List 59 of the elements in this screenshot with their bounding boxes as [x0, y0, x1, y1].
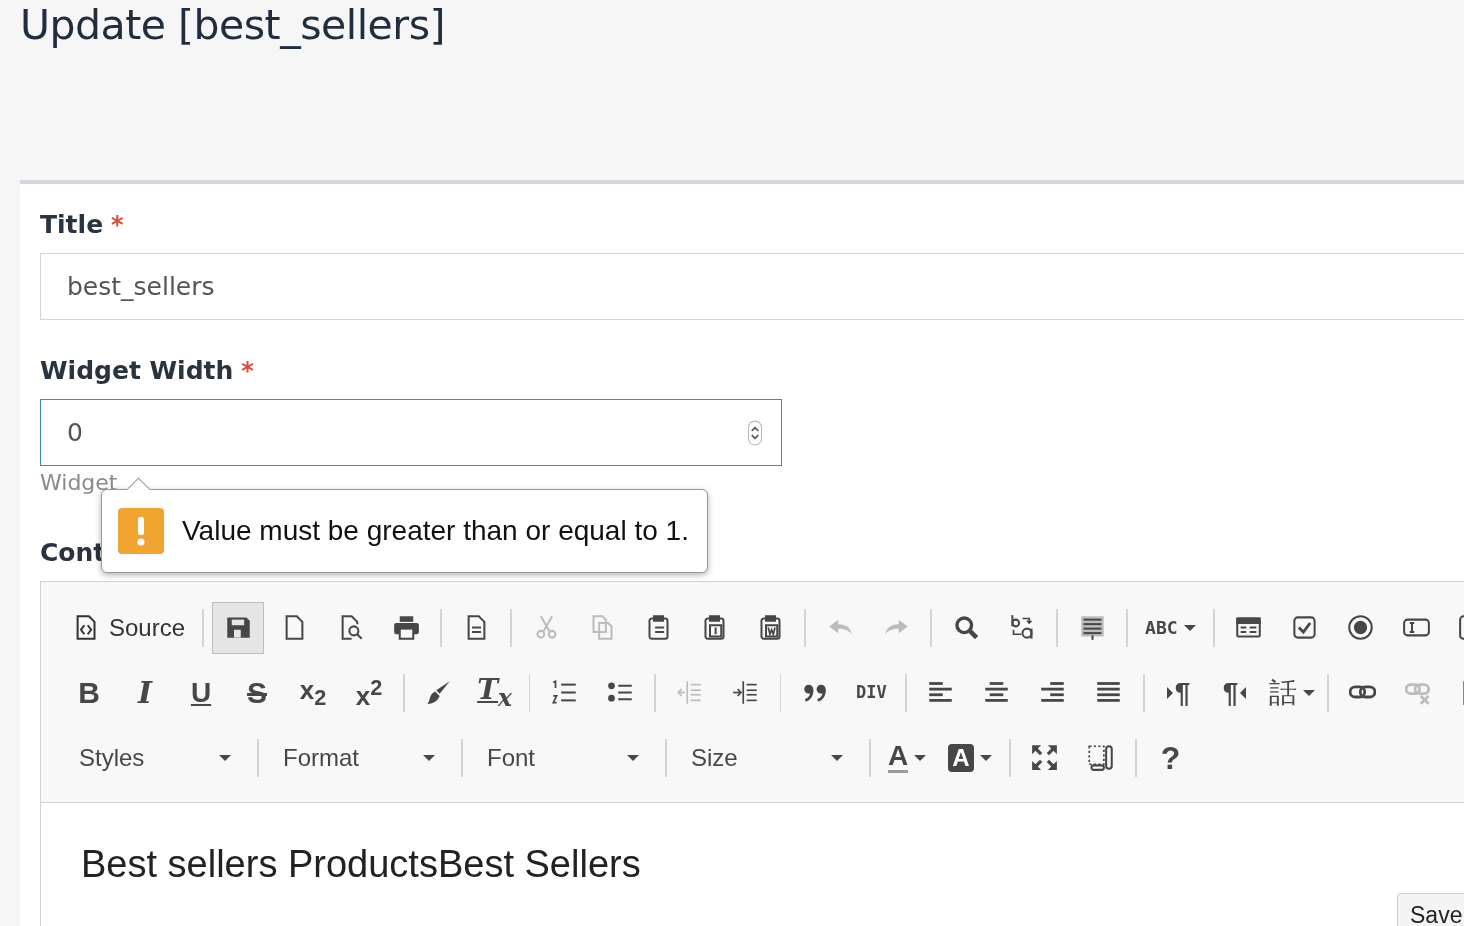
- maximize-icon: [1031, 744, 1059, 771]
- help-button[interactable]: ?: [1144, 731, 1197, 784]
- number-field[interactable]: 0: [40, 399, 782, 466]
- caret-icon: [1302, 689, 1315, 696]
- tooltip-message: Value must be greater than or equal to 1.: [182, 515, 689, 547]
- show-blocks-icon: [1087, 744, 1115, 771]
- print-icon: [392, 614, 420, 641]
- caret-icon: [627, 754, 639, 761]
- swap-arrows-icon: [1008, 614, 1036, 641]
- script-button[interactable]: x$^{2}$: [343, 666, 395, 719]
- required-asterisk: *: [241, 357, 254, 385]
- search-icon: [952, 614, 980, 641]
- save-button[interactable]: Save: [1397, 893, 1464, 926]
- caret-icon: [1183, 624, 1196, 631]
- help-text: Widget: [40, 470, 119, 497]
- save-icon: [224, 614, 252, 641]
- italic-button[interactable]: I: [119, 666, 171, 719]
- checkbox-icon: [1291, 614, 1319, 641]
- underline-button[interactable]: U: [175, 666, 227, 719]
- paint-brush-icon: [425, 679, 453, 706]
- text-direction-button[interactable]: ¶: [1152, 666, 1205, 719]
- text-direction-button[interactable]: ¶: [1208, 666, 1261, 719]
- language-button[interactable]: 話: [1264, 666, 1320, 719]
- title-field[interactable]: best_sellers: [40, 253, 1464, 320]
- caret-icon: [423, 754, 435, 761]
- caret-icon: [831, 754, 843, 761]
- caret-icon: [979, 754, 992, 761]
- strikethrough-button[interactable]: S: [231, 666, 283, 719]
- script-button[interactable]: x$_{2}$: [287, 666, 339, 719]
- remove-format-button[interactable]: T$_{x}$: [468, 666, 521, 719]
- arrow-icon: [1166, 686, 1173, 699]
- combo-dropdown[interactable]: Styles: [63, 731, 249, 784]
- indent-icon: [732, 679, 760, 706]
- numbered-list-icon: [550, 679, 578, 706]
- bold-button[interactable]: B: [63, 666, 115, 719]
- editor-text[interactable]: Best sellers ProductsBest Sellers: [81, 843, 641, 885]
- spellcheck-button[interactable]: ABC: [1136, 601, 1205, 654]
- page-title: Update [best_sellers]: [19, 0, 446, 51]
- outdent-icon: [676, 679, 704, 706]
- warning-icon: [118, 508, 164, 554]
- combo-dropdown[interactable]: Size: [675, 731, 861, 784]
- field-label: Widget Width: [40, 356, 234, 385]
- form-icon: [1235, 614, 1263, 641]
- toolbar-button[interactable]: [212, 601, 265, 654]
- required-asterisk: *: [111, 211, 124, 239]
- caret-icon: [219, 754, 231, 761]
- spinner-icon[interactable]: [747, 419, 763, 446]
- div-container-button[interactable]: DIV: [845, 666, 898, 719]
- field-label: Cont: [40, 538, 106, 567]
- caret-icon: [914, 754, 927, 761]
- combo-dropdown[interactable]: Font: [471, 731, 657, 784]
- radio-button-icon: [1347, 614, 1375, 641]
- background-color-button[interactable]: A: [939, 731, 1001, 784]
- combo-dropdown[interactable]: Format: [267, 731, 453, 784]
- field-label: Title: [40, 210, 104, 239]
- select-all-icon: [1078, 614, 1106, 641]
- arrow-icon: [1240, 686, 1247, 699]
- source-button[interactable]: Source: [63, 601, 195, 654]
- text-color-button[interactable]: A: [879, 731, 936, 784]
